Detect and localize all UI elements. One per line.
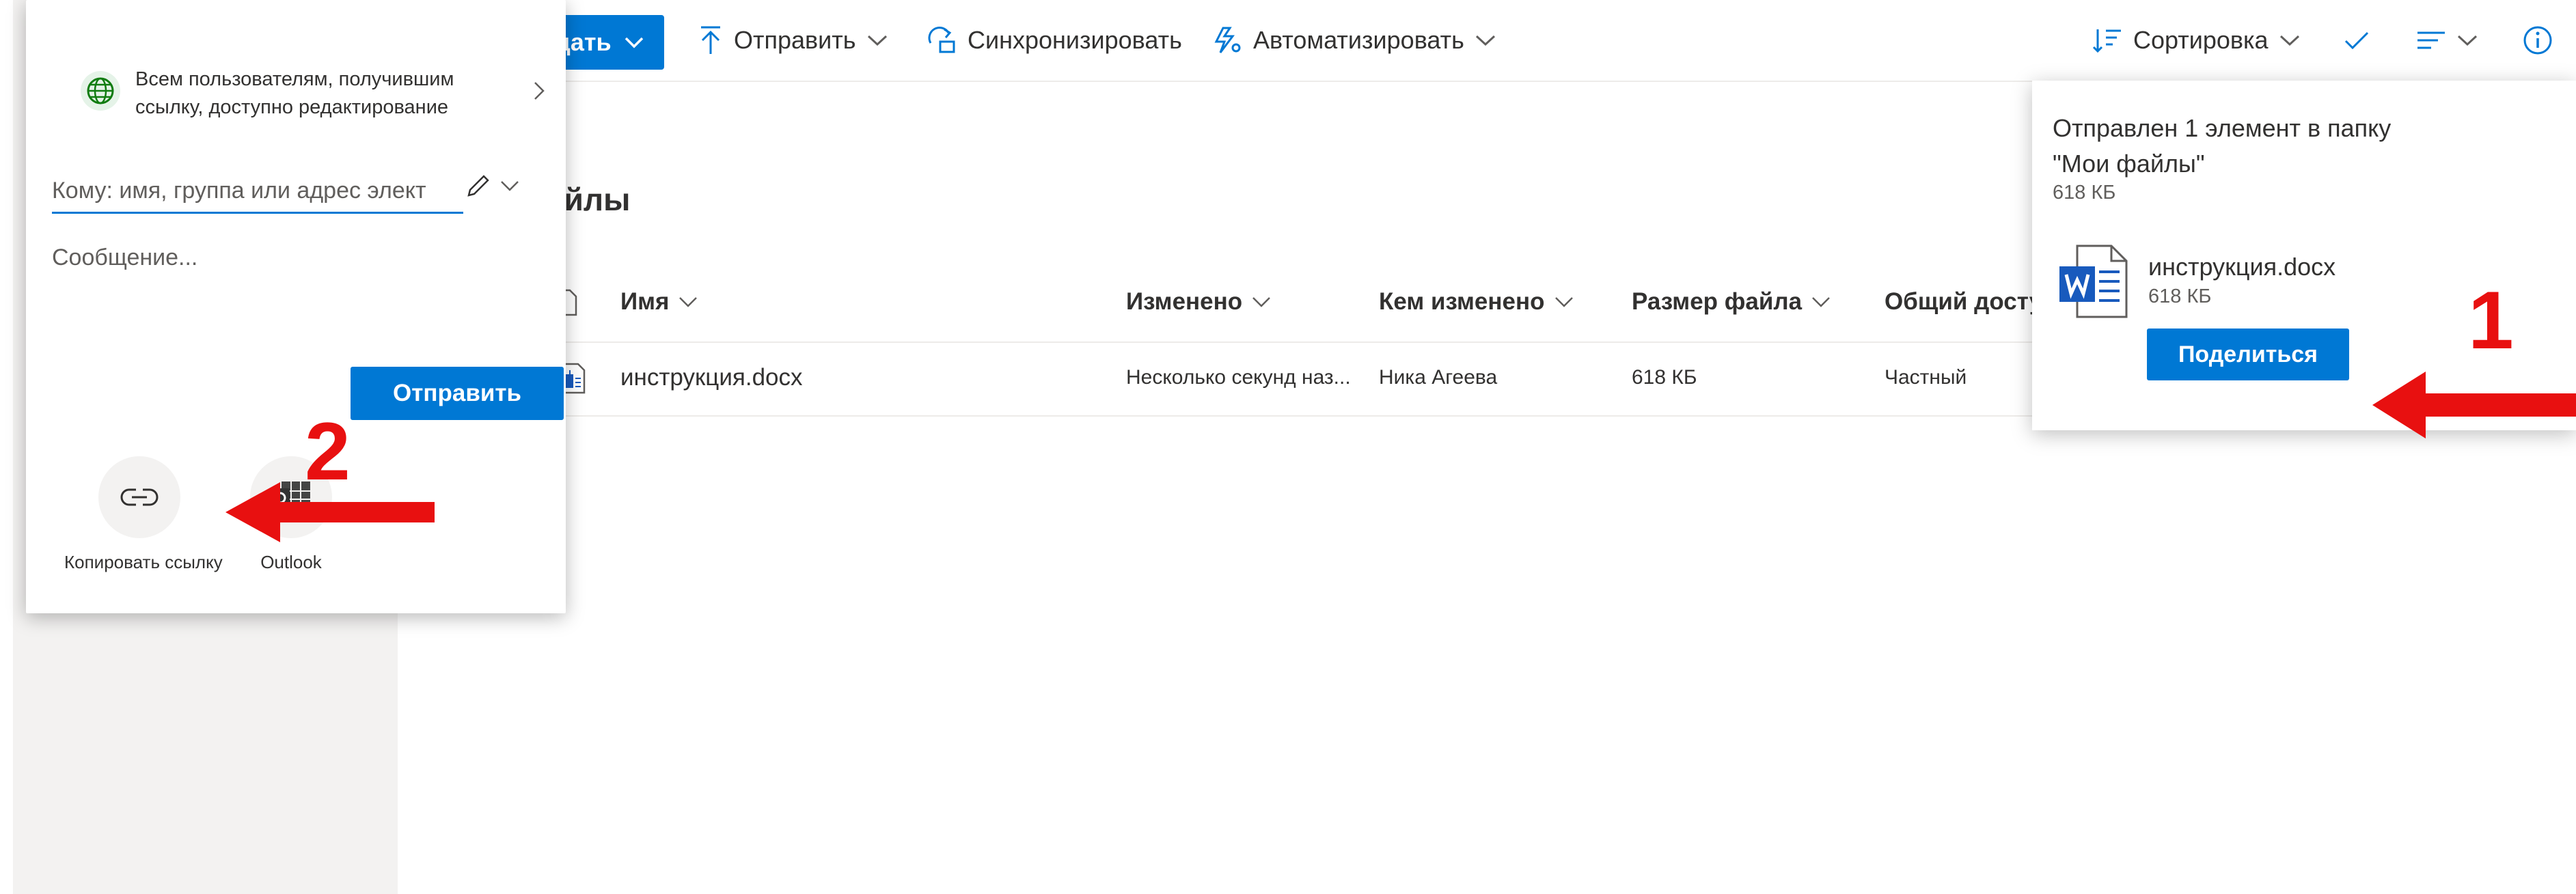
chevron-down-icon (1554, 296, 1574, 307)
notification-file-size: 618 КБ (2148, 285, 2212, 307)
automate-label: Автоматизировать (1253, 26, 1464, 54)
copy-link-option[interactable]: Копировать ссылку (64, 456, 223, 613)
edit-permission-button[interactable] (463, 172, 522, 199)
chevron-down-icon (867, 34, 888, 46)
chevron-down-icon (1475, 34, 1496, 46)
outlook-label: Outlook (260, 552, 322, 572)
chevron-down-icon (2457, 34, 2478, 46)
message-field[interactable] (52, 245, 530, 347)
send-button[interactable]: Отправить (351, 367, 564, 420)
upload-icon (698, 25, 723, 55)
notification-size: 618 КБ (2053, 182, 2116, 204)
column-header-sharing[interactable]: Общий досту (1885, 288, 2042, 316)
column-header-label: Размер файла (1632, 288, 1803, 315)
recipient-input[interactable] (52, 169, 463, 214)
notification-message: Отправлен 1 элемент в папку "Мои файлы" (2053, 114, 2392, 178)
share-button[interactable]: Поделиться (2147, 329, 2349, 380)
select-checkmark-button[interactable] (2344, 0, 2370, 81)
file-name[interactable]: инструкция.docx (620, 364, 803, 391)
word-file-icon (2058, 243, 2129, 320)
column-header-size[interactable]: Размер файла (1632, 288, 1831, 316)
sync-label: Синхронизировать (968, 26, 1182, 54)
notification-file-name: инструкция.docx (2148, 253, 2336, 281)
sort-icon (2092, 27, 2122, 54)
upload-button[interactable]: Отправить (698, 0, 888, 81)
column-header-label: Кем изменено (1379, 288, 1545, 315)
column-header-label: Изменено (1126, 288, 1243, 315)
chevron-down-icon (1252, 296, 1271, 307)
window-edge (0, 0, 13, 894)
file-sharing: Частный (1885, 366, 1967, 389)
chevron-down-icon (2279, 34, 2300, 46)
info-button[interactable] (2523, 0, 2553, 81)
file-modified-by[interactable]: Ника Агеева (1379, 366, 1497, 389)
sort-label: Сортировка (2133, 26, 2269, 54)
checkmark-icon (2344, 31, 2370, 50)
info-icon (2523, 25, 2553, 55)
globe-icon (79, 70, 122, 112)
chevron-down-icon (679, 296, 698, 307)
flow-icon (1212, 25, 1242, 55)
command-bar: дать Отправить Синхронизировать Автомати… (398, 0, 2576, 82)
file-size: 618 КБ (1632, 366, 1697, 389)
chevron-down-icon (1811, 296, 1831, 307)
copy-link-circle (98, 456, 180, 538)
chevron-down-icon (624, 36, 644, 49)
annotation-arrow-2 (223, 478, 435, 546)
chevron-right-icon (533, 81, 545, 101)
sort-button[interactable]: Сортировка (2092, 0, 2300, 81)
annotation-arrow-1 (2370, 367, 2576, 443)
view-list-icon (2416, 30, 2446, 51)
link-permission-setting[interactable]: Всем пользователям, получившим ссылку, д… (53, 60, 559, 122)
column-header-label: Имя (620, 288, 670, 315)
annotation-number-1: 1 (2468, 275, 2514, 366)
column-header-modified-by[interactable]: Кем изменено (1379, 288, 1574, 316)
column-header-label: Общий досту (1885, 288, 2043, 315)
column-header-modified[interactable]: Изменено (1126, 288, 1271, 316)
column-header-name[interactable]: Имя (620, 288, 698, 316)
upload-label: Отправить (734, 26, 856, 54)
link-permission-text: Всем пользователям, получившим ссылку, д… (135, 68, 454, 118)
link-icon (117, 480, 162, 514)
sync-icon (925, 25, 957, 55)
copy-link-label: Копировать ссылку (64, 552, 223, 572)
automate-button[interactable]: Автоматизировать (1212, 0, 1496, 81)
file-modified: Несколько секунд наз... (1126, 366, 1351, 389)
sync-button[interactable]: Синхронизировать (925, 0, 1182, 81)
view-options-button[interactable] (2416, 0, 2478, 81)
